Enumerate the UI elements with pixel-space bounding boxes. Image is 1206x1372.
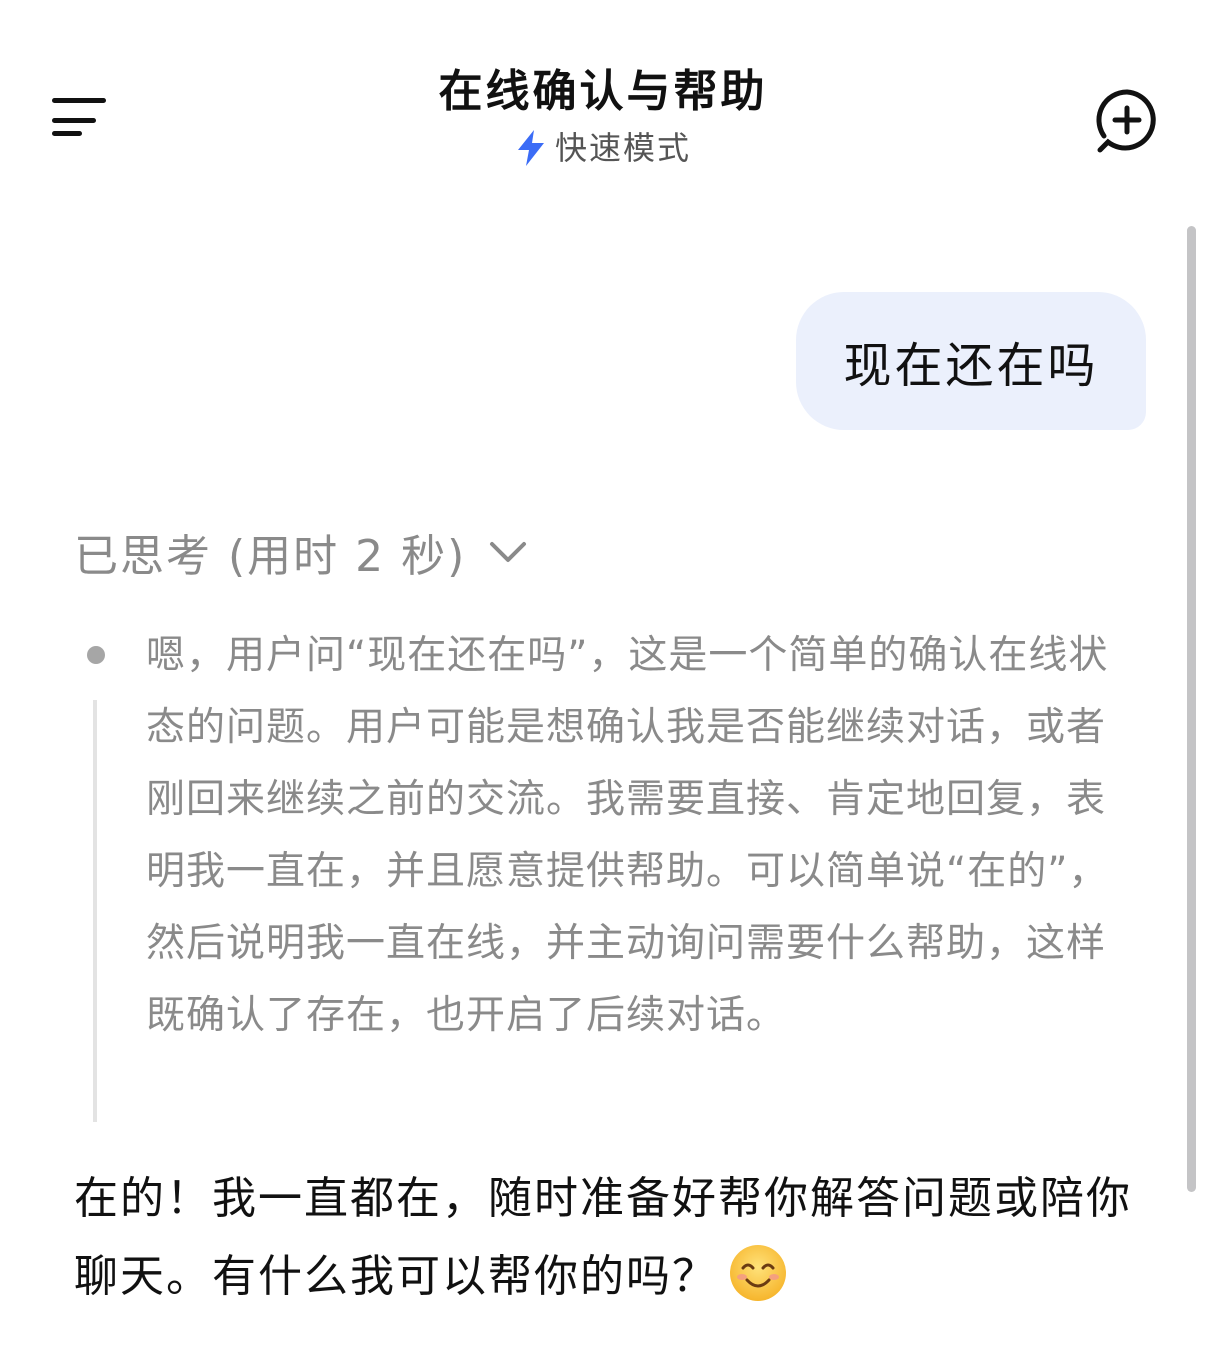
assistant-reply-text: 在的！我一直都在，随时准备好帮你解答问题或陪你聊天。有什么我可以帮你的吗？ — [74, 1173, 1132, 1302]
title-block: 在线确认与帮助 快速模式 — [303, 62, 903, 171]
top-app-bar: 在线确认与帮助 快速模式 — [0, 0, 1206, 200]
menu-button[interactable] — [40, 86, 120, 150]
chevron-down-icon — [490, 542, 527, 562]
page-title: 在线确认与帮助 — [438, 66, 768, 117]
new-chat-button[interactable] — [1090, 84, 1164, 158]
user-message-bubble: 现在还在吗 — [796, 292, 1146, 430]
mode-selector[interactable]: 快速模式 — [515, 128, 691, 168]
user-message-text: 现在还在吗 — [843, 338, 1099, 394]
scrollbar[interactable] — [1187, 226, 1196, 1192]
thinking-content: 嗯，用户问“现在还在吗”，这是一个简单的确认在线状态的问题。用户可能是想确认我是… — [146, 633, 1109, 1038]
menu-icon — [52, 98, 106, 136]
assistant-reply: 在的！我一直都在，随时准备好帮你解答问题或陪你聊天。有什么我可以帮你的吗？ — [74, 1160, 1154, 1316]
thinking-bullet — [87, 646, 105, 664]
thinking-toggle[interactable]: 已思考 (用时 2 秒) — [74, 520, 528, 584]
mode-label: 快速模式 — [554, 129, 691, 167]
lightning-icon — [517, 130, 544, 166]
smiling-face-emoji — [728, 1243, 788, 1303]
new-chat-icon — [1096, 89, 1156, 153]
thinking-divider-line — [93, 700, 97, 1122]
thinking-label: 已思考 (用时 2 秒) — [74, 531, 467, 582]
